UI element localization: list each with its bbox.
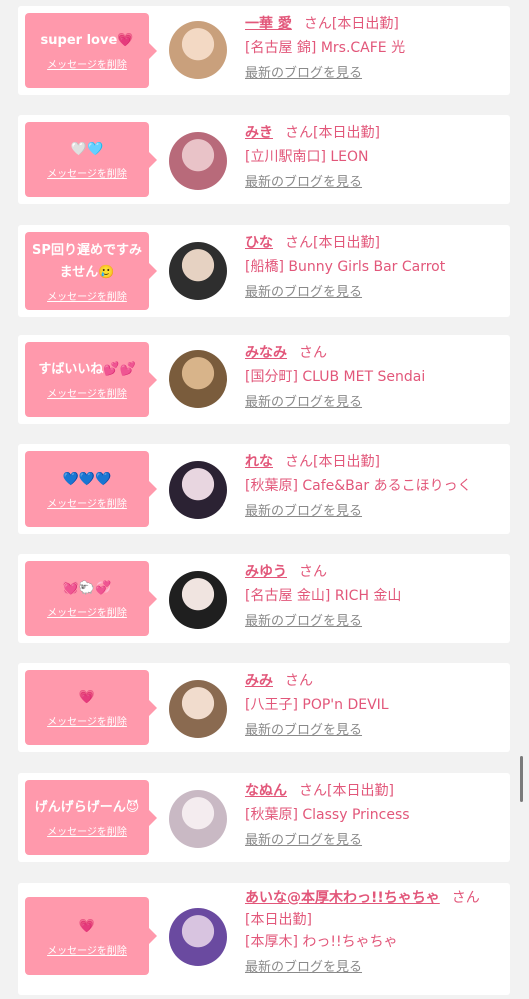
scrollbar-thumb[interactable] <box>520 756 523 802</box>
honorific: さん <box>285 673 313 689</box>
message-bubble: げんげらげーん😈 メッセージを削除 <box>25 780 157 855</box>
cast-name-link[interactable]: みき <box>245 125 273 141</box>
avatar[interactable] <box>169 571 227 629</box>
message-text: SP回り遅めですみません🥲 <box>32 242 142 280</box>
honorific: さん <box>285 125 313 141</box>
message-bubble: super love💗 メッセージを削除 <box>25 13 157 88</box>
latest-blog-link[interactable]: 最新のブログを見る <box>245 174 362 192</box>
message-text: 💙💙💙 <box>62 471 112 487</box>
shop-name: [秋葉原] Cafe&Bar あるこほりっく <box>245 478 472 494</box>
avatar[interactable] <box>169 680 227 738</box>
latest-blog-link[interactable]: 最新のブログを見る <box>245 613 362 631</box>
shop-name: [秋葉原] Classy Princess <box>245 807 410 823</box>
message-card: 💗 メッセージを削除 あいな@本厚木わっ!!ちゃちゃ さん [本日出勤] [本厚木… <box>18 883 510 995</box>
cast-name-link[interactable]: あいな@本厚木わっ!!ちゃちゃ <box>245 890 440 906</box>
latest-blog-link[interactable]: 最新のブログを見る <box>245 394 362 412</box>
message-card: 💓🐑💞 メッセージを削除 みゆう さん [名古屋 金山] RICH 金山 最新のブ… <box>18 554 510 643</box>
work-status: [本日出勤] <box>313 125 380 141</box>
avatar[interactable] <box>169 132 227 190</box>
cast-name-link[interactable]: ひな <box>245 235 273 251</box>
message-card: SP回り遅めですみません🥲 メッセージを削除 ひな さん[本日出勤] [船橋] B… <box>18 225 510 317</box>
work-status: [本日出勤] <box>331 16 399 32</box>
honorific: さん <box>299 345 327 361</box>
message-text: 💗 <box>78 918 96 934</box>
avatar[interactable] <box>169 242 227 300</box>
delete-message-link[interactable]: メッセージを削除 <box>47 495 127 510</box>
work-status: [本日出勤] <box>313 454 380 470</box>
shop-name: [本厚木] わっ!!ちゃちゃ <box>245 934 398 950</box>
delete-message-link[interactable]: メッセージを削除 <box>47 942 127 957</box>
latest-blog-link[interactable]: 最新のブログを見る <box>245 284 362 302</box>
delete-message-link[interactable]: メッセージを削除 <box>47 604 127 619</box>
message-text: super love💗 <box>40 33 134 48</box>
avatar[interactable] <box>169 21 227 79</box>
avatar[interactable] <box>169 350 227 408</box>
message-card: げんげらげーん😈 メッセージを削除 なぬん さん[本日出勤] [秋葉原] Clas… <box>18 773 510 862</box>
message-card: 💗 メッセージを削除 みみ さん [八王子] POP'n DEVIL 最新のブログ… <box>18 663 510 752</box>
delete-message-link[interactable]: メッセージを削除 <box>47 713 127 728</box>
cast-name-link[interactable]: れな <box>245 454 273 470</box>
delete-message-link[interactable]: メッセージを削除 <box>47 385 127 400</box>
delete-message-link[interactable]: メッセージを削除 <box>47 165 127 180</box>
shop-name: [立川駅南口] LEON <box>245 149 369 165</box>
cast-name-link[interactable]: みゆう <box>245 564 287 580</box>
message-text: 💓🐑💞 <box>62 581 112 596</box>
delete-message-link[interactable]: メッセージを削除 <box>47 288 127 303</box>
delete-message-link[interactable]: メッセージを削除 <box>47 56 127 71</box>
latest-blog-link[interactable]: 最新のブログを見る <box>245 832 362 850</box>
message-bubble: すばいいね💕💕 メッセージを削除 <box>25 342 157 417</box>
message-text: げんげらげーん😈 <box>34 800 140 815</box>
message-card: super love💗 メッセージを削除 一華 愛さん[本日出勤] [名古屋 錦… <box>18 6 510 95</box>
latest-blog-link[interactable]: 最新のブログを見る <box>245 65 362 83</box>
honorific: さん <box>299 564 327 580</box>
message-bubble: 💗 メッセージを削除 <box>25 670 157 745</box>
message-bubble: SP回り遅めですみません🥲 メッセージを削除 <box>25 232 157 310</box>
work-status: [本日出勤] <box>313 235 380 251</box>
latest-blog-link[interactable]: 最新のブログを見る <box>245 722 362 740</box>
honorific: さん <box>285 454 313 470</box>
delete-message-link[interactable]: メッセージを削除 <box>47 823 127 838</box>
shop-name: [八王子] POP'n DEVIL <box>245 697 389 713</box>
shop-name: [国分町] CLUB MET Sendai <box>245 369 426 385</box>
honorific: さん <box>285 235 313 251</box>
shop-name: [船橋] Bunny Girls Bar Carrot <box>245 259 446 275</box>
cast-name-link[interactable]: 一華 愛 <box>245 16 292 32</box>
cast-name-link[interactable]: みみ <box>245 673 273 689</box>
honorific: さん <box>451 890 480 906</box>
cast-name-link[interactable]: みなみ <box>245 345 287 361</box>
message-card: すばいいね💕💕 メッセージを削除 みなみ さん [国分町] CLUB MET Se… <box>18 335 510 424</box>
message-bubble: 💙💙💙 メッセージを削除 <box>25 451 157 527</box>
shop-name: [名古屋 錦] Mrs.CAFE 光 <box>245 40 406 56</box>
message-card: 🤍🩵 メッセージを削除 みき さん[本日出勤] [立川駅南口] LEON 最新のブ… <box>18 115 510 204</box>
cast-name-link[interactable]: なぬん <box>245 783 287 799</box>
message-bubble: 💓🐑💞 メッセージを削除 <box>25 561 157 636</box>
avatar[interactable] <box>169 461 227 519</box>
work-status: [本日出勤] <box>327 783 394 799</box>
honorific: さん <box>299 783 327 799</box>
message-card: 💙💙💙 メッセージを削除 れな さん[本日出勤] [秋葉原] Cafe&Bar あ… <box>18 444 510 534</box>
message-bubble: 💗 メッセージを削除 <box>25 897 157 975</box>
honorific: さん <box>303 16 332 32</box>
shop-name: [名古屋 金山] RICH 金山 <box>245 588 402 604</box>
avatar[interactable] <box>169 790 227 848</box>
message-text: 🤍🩵 <box>70 142 104 157</box>
work-status: [本日出勤] <box>245 912 312 928</box>
message-bubble: 🤍🩵 メッセージを削除 <box>25 122 157 197</box>
latest-blog-link[interactable]: 最新のブログを見る <box>245 503 362 521</box>
avatar[interactable] <box>169 908 227 966</box>
message-text: すばいいね💕💕 <box>38 362 136 377</box>
latest-blog-link[interactable]: 最新のブログを見る <box>245 959 362 977</box>
message-text: 💗 <box>78 690 96 705</box>
